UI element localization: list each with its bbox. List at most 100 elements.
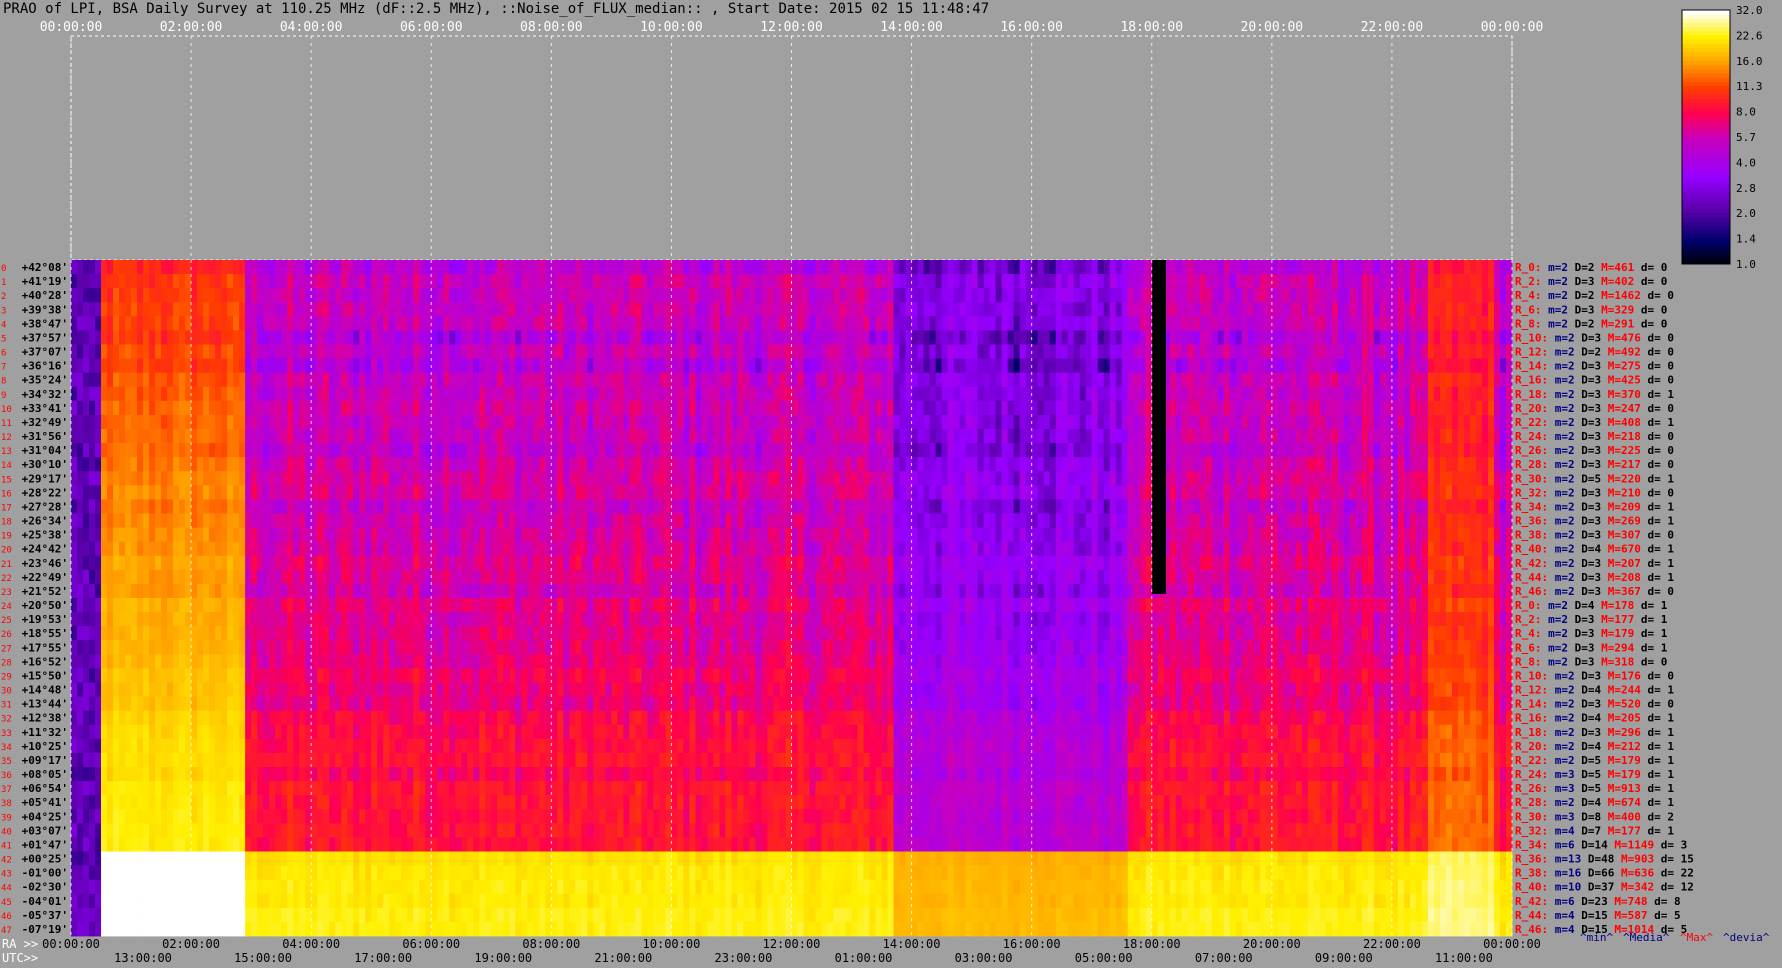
heatmap-cell: [1181, 527, 1189, 543]
heatmap-cell: [149, 274, 156, 289]
heatmap-cell: [1097, 429, 1105, 444]
heatmap-cell: [1061, 288, 1069, 303]
heatmap-cell: [551, 414, 558, 430]
heatmap-cell: [959, 260, 967, 275]
heatmap-cell: [1187, 372, 1195, 388]
heatmap-cell: [323, 358, 330, 374]
heatmap-cell: [653, 471, 660, 486]
heatmap-cell: [1145, 457, 1153, 472]
heatmap-cell: [1007, 358, 1015, 374]
heatmap-cell: [1445, 386, 1453, 402]
heatmap-cell: [881, 541, 888, 557]
heatmap-cell: [1139, 499, 1147, 514]
heatmap-cell: [383, 513, 390, 528]
heatmap-cell: [101, 457, 108, 472]
heatmap-cell: [563, 499, 570, 514]
heatmap-cell: [167, 513, 174, 528]
heatmap-cell: [767, 499, 774, 514]
heatmap-cell: [161, 429, 168, 444]
heatmap-cell: [1013, 400, 1021, 416]
heatmap-cell: [1475, 260, 1483, 275]
heatmap-cell: [737, 372, 744, 388]
heatmap-cell: [935, 513, 942, 528]
heatmap-cell: [1103, 429, 1111, 444]
heatmap-cell: [485, 260, 492, 275]
heatmap-cell: [965, 344, 973, 359]
heatmap-cell: [1439, 499, 1447, 514]
heatmap-cell: [959, 302, 967, 317]
heatmap-cell: [1325, 274, 1333, 289]
heatmap-cell: [671, 400, 678, 416]
heatmap-cell: [875, 471, 882, 486]
heatmap-cell: [713, 471, 720, 486]
heatmap-cell: [305, 443, 312, 458]
heatmap-cell: [161, 443, 168, 458]
heatmap-cell: [1073, 302, 1081, 317]
heatmap-cell: [1241, 302, 1249, 317]
heatmap-cell: [611, 344, 618, 359]
heatmap-cell: [959, 499, 967, 514]
heatmap-cell: [1313, 527, 1321, 543]
heatmap-cell: [821, 499, 828, 514]
heatmap-cell: [485, 513, 492, 528]
heatmap-cell: [353, 485, 360, 500]
heatmap-cell: [455, 499, 462, 514]
heatmap-cell: [431, 330, 438, 345]
heatmap-cell: [437, 358, 444, 374]
heatmap-cell: [1397, 400, 1405, 416]
heatmap-cell: [1427, 414, 1435, 430]
heatmap-cell: [239, 485, 246, 500]
heatmap-cell: [869, 344, 876, 359]
heatmap-cell: [1343, 372, 1351, 388]
heatmap-cell: [239, 429, 246, 444]
heatmap-cell: [1391, 386, 1399, 402]
heatmap-cell: [785, 260, 792, 275]
heatmap-cell: [635, 260, 642, 275]
heatmap-cell: [329, 288, 336, 303]
heatmap-cell: [701, 330, 708, 345]
heatmap-cell: [257, 541, 264, 557]
heatmap-cell: [989, 288, 997, 303]
heatmap-cell: [995, 330, 1003, 345]
heatmap-cell: [875, 527, 882, 543]
heatmap-cell: [299, 429, 306, 444]
heatmap-cell: [509, 485, 516, 500]
heatmap-cell: [1109, 429, 1117, 444]
heatmap-cell: [401, 372, 408, 388]
heatmap-cell: [1457, 372, 1465, 388]
heatmap-cell: [227, 499, 234, 514]
heatmap-cell: [251, 344, 258, 359]
heatmap-cell: [689, 499, 696, 514]
heatmap-cell: [707, 386, 714, 402]
heatmap-cell: [773, 541, 780, 557]
heatmap-cell: [1127, 499, 1135, 514]
heatmap-cell: [149, 386, 156, 402]
heatmap-cell: [389, 274, 396, 289]
heatmap-cell: [749, 316, 756, 331]
heatmap-cell: [161, 302, 168, 317]
heatmap-cell: [521, 344, 528, 359]
heatmap-cell: [881, 358, 888, 374]
heatmap-cell: [1349, 513, 1357, 528]
heatmap-cell: [227, 443, 234, 458]
heatmap-cell: [935, 358, 942, 374]
heatmap-cell: [185, 372, 192, 388]
heatmap-cell: [1331, 513, 1339, 528]
heatmap-cell: [1475, 400, 1483, 416]
heatmap-cell: [1091, 302, 1099, 317]
heatmap-cell: [1277, 344, 1285, 359]
heatmap-cell: [1043, 527, 1051, 543]
heatmap-cell: [1337, 414, 1345, 430]
heatmap-cell: [683, 316, 690, 331]
heatmap-cell: [1169, 288, 1177, 303]
heatmap-cell: [419, 527, 426, 543]
heatmap-cell: [251, 527, 258, 543]
heatmap-cell: [1379, 457, 1387, 472]
heatmap-cell: [389, 541, 396, 557]
heatmap-cell: [623, 513, 630, 528]
heatmap-cell: [1115, 527, 1123, 543]
heatmap-cell: [1223, 443, 1231, 458]
heatmap-cell: [1241, 372, 1249, 388]
heatmap-cell: [1493, 260, 1501, 275]
heatmap-cell: [1217, 499, 1225, 514]
